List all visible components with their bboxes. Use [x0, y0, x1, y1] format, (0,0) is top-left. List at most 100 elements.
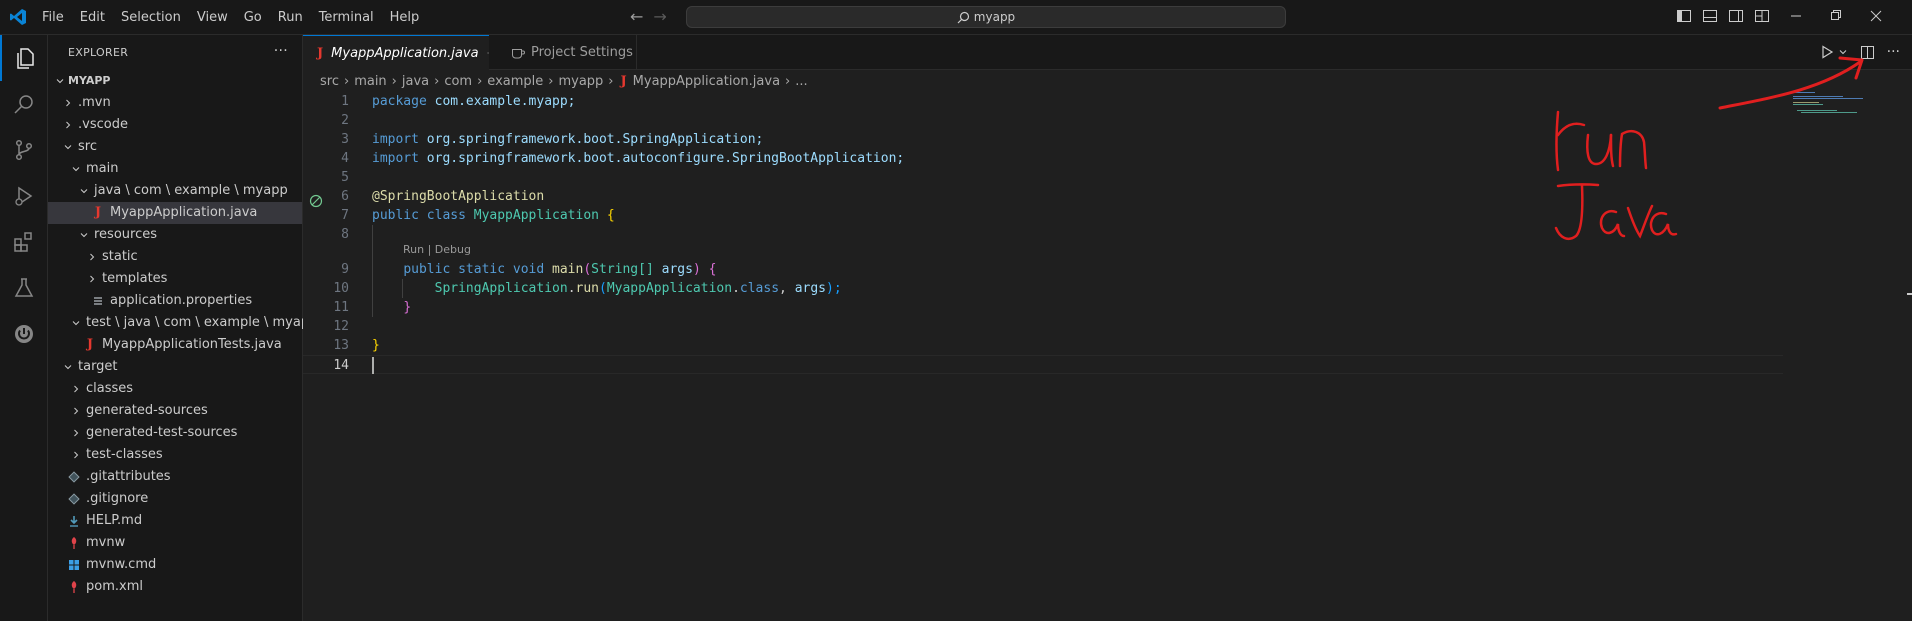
- line-number: 2: [341, 113, 349, 128]
- tree-item[interactable]: classes: [48, 378, 302, 400]
- tree-item[interactable]: src: [48, 136, 302, 158]
- spring-boot-icon: [15, 325, 33, 343]
- tree-item[interactable]: test-classes: [48, 444, 302, 466]
- menu-file[interactable]: File: [34, 10, 72, 25]
- tree-item[interactable]: J MyappApplicationTests.java: [48, 334, 302, 356]
- files-icon: [17, 48, 34, 69]
- menu-selection[interactable]: Selection: [113, 10, 189, 25]
- search-activity[interactable]: [0, 81, 48, 127]
- close-window-icon[interactable]: [1870, 8, 1882, 24]
- tree-item[interactable]: .gitattributes: [48, 466, 302, 488]
- letter-u-stroke: [1586, 133, 1613, 166]
- testing-activity[interactable]: [0, 265, 48, 311]
- tree-item[interactable]: mvnw: [48, 532, 302, 554]
- tree-item-label: classes: [86, 381, 134, 396]
- chevron-down-icon: [52, 70, 68, 92]
- tree-item[interactable]: generated-test-sources: [48, 422, 302, 444]
- git-icon: [66, 466, 82, 488]
- more-actions-icon[interactable]: ···: [274, 43, 288, 59]
- chevron-right-icon: [84, 246, 100, 268]
- code-text: package com.example.myapp;: [372, 94, 576, 109]
- toggle-secondary-sidebar-icon[interactable]: [1728, 8, 1744, 24]
- tree-item[interactable]: target: [48, 356, 302, 378]
- letter-a-stroke: [1599, 209, 1626, 238]
- run-debug-icon: [15, 186, 33, 206]
- chevron-right-icon: [68, 400, 84, 422]
- menu-edit[interactable]: Edit: [72, 10, 113, 25]
- tree-item-label: templates: [102, 271, 168, 286]
- tree-item[interactable]: resources: [48, 224, 302, 246]
- tree-item-label: generated-test-sources: [86, 425, 238, 440]
- run-debug-activity[interactable]: [0, 173, 48, 219]
- menu-terminal[interactable]: Terminal: [311, 10, 382, 25]
- breadcrumb-item[interactable]: com: [444, 74, 472, 89]
- spring-boot-activity[interactable]: [0, 311, 48, 357]
- back-arrow-icon[interactable]: ←: [630, 7, 643, 26]
- java-icon: J: [94, 205, 102, 220]
- tree-item[interactable]: .gitignore: [48, 488, 302, 510]
- tab-myappapplication-java[interactable]: J MyappApplication.java: [303, 35, 489, 70]
- code-text: }: [372, 338, 380, 353]
- chevron-right-icon: [60, 92, 76, 114]
- tree-item[interactable]: application.properties: [48, 290, 302, 312]
- tree-item[interactable]: java \ com \ example \ myapp: [48, 180, 302, 202]
- file-tree: .mvn .vscode src main java \ com \ example \…: [48, 92, 317, 598]
- breadcrumb-item[interactable]: java: [402, 74, 429, 89]
- code-line: 12: [303, 317, 1783, 336]
- tree-item[interactable]: .vscode: [48, 114, 302, 136]
- minimize-icon[interactable]: [1790, 8, 1802, 24]
- tree-item-label: MyappApplication.java: [110, 205, 258, 220]
- letter-a-stroke: [1649, 211, 1678, 236]
- tree-item[interactable]: J MyappApplication.java: [48, 202, 302, 224]
- source-control-activity[interactable]: [0, 127, 48, 173]
- forward-arrow-icon[interactable]: →: [653, 7, 666, 26]
- toggle-panel-icon[interactable]: [1702, 8, 1718, 24]
- source-control-icon: [15, 139, 33, 161]
- markdown-icon: [66, 510, 82, 532]
- layout-controls: [1676, 8, 1770, 24]
- code-text: @SpringBootApplication: [372, 189, 545, 204]
- code-text: public static void main(String[] args) {: [403, 262, 717, 277]
- tree-item[interactable]: templates: [48, 268, 302, 290]
- tab-project-settings[interactable]: Project Settings: [489, 35, 637, 70]
- restore-icon[interactable]: [1830, 8, 1842, 24]
- workspace-root[interactable]: MYAPP: [48, 70, 302, 92]
- tree-item-label: main: [86, 161, 119, 176]
- tree-item[interactable]: generated-sources: [48, 400, 302, 422]
- customize-layout-icon[interactable]: [1754, 8, 1770, 24]
- letter-j-stroke: [1554, 183, 1600, 240]
- menu-help[interactable]: Help: [382, 10, 428, 25]
- command-center-label: myapp: [973, 10, 1016, 24]
- tree-item[interactable]: .mvn: [48, 92, 302, 114]
- breadcrumb-item[interactable]: MyappApplication.java: [633, 74, 780, 89]
- breadcrumb-item[interactable]: myapp: [558, 74, 603, 89]
- tree-item[interactable]: static: [48, 246, 302, 268]
- tree-item[interactable]: pom.xml: [48, 576, 302, 598]
- java-icon: J: [86, 337, 94, 352]
- extensions-activity[interactable]: [0, 219, 48, 265]
- tree-item-label: resources: [94, 227, 158, 242]
- breadcrumb-item[interactable]: ...: [795, 74, 807, 89]
- chevron-right-icon: ›: [608, 73, 614, 89]
- menu-view[interactable]: View: [189, 10, 236, 25]
- breadcrumb-item[interactable]: example: [487, 74, 543, 89]
- line-number: 6: [341, 189, 349, 204]
- breadcrumb-item[interactable]: main: [354, 74, 386, 89]
- chevron-down-icon: [76, 224, 92, 246]
- menu-run[interactable]: Run: [270, 10, 311, 25]
- codelens-run-debug[interactable]: Run | Debug: [403, 243, 471, 256]
- tree-item[interactable]: HELP.md: [48, 510, 302, 532]
- chevron-down-icon: [76, 180, 92, 202]
- menu-go[interactable]: Go: [236, 10, 270, 25]
- tree-item[interactable]: mvnw.cmd: [48, 554, 302, 576]
- command-center-search[interactable]: myapp: [686, 6, 1286, 28]
- current-code-line: 14: [303, 355, 1783, 374]
- tree-item[interactable]: main: [48, 158, 302, 180]
- line-number: 7: [341, 208, 349, 223]
- breadcrumb-item[interactable]: src: [320, 74, 339, 89]
- explorer-activity[interactable]: [0, 35, 48, 81]
- java-icon: J: [620, 73, 627, 89]
- tree-item[interactable]: test \ java \ com \ example \ myapp: [48, 312, 317, 334]
- toggle-primary-sidebar-icon[interactable]: [1676, 8, 1692, 24]
- settings-cup-icon: [512, 48, 525, 58]
